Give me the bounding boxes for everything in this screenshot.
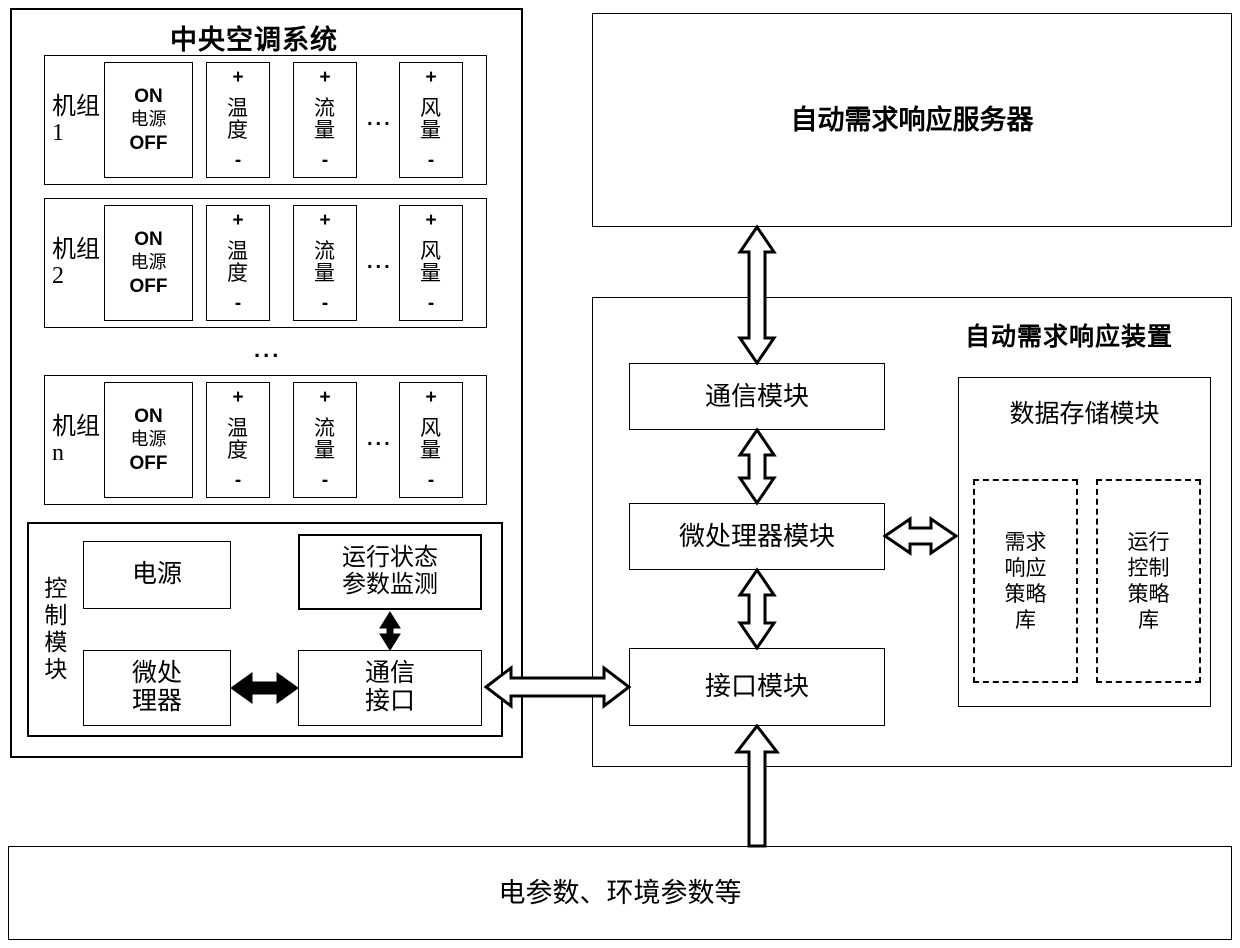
microprocessor-comminterface-arrow [230,672,299,704]
monitor-comminterface-arrow [379,611,401,651]
server-comm-arrow [737,224,777,366]
parameters-interface-arrow [733,723,781,848]
comm-mcu-arrow [737,427,777,506]
control-interface-arrow [483,664,632,710]
mcu-interface-arrow [737,567,777,651]
mcu-storage-arrow [882,516,959,556]
connector-layer [230,224,959,848]
